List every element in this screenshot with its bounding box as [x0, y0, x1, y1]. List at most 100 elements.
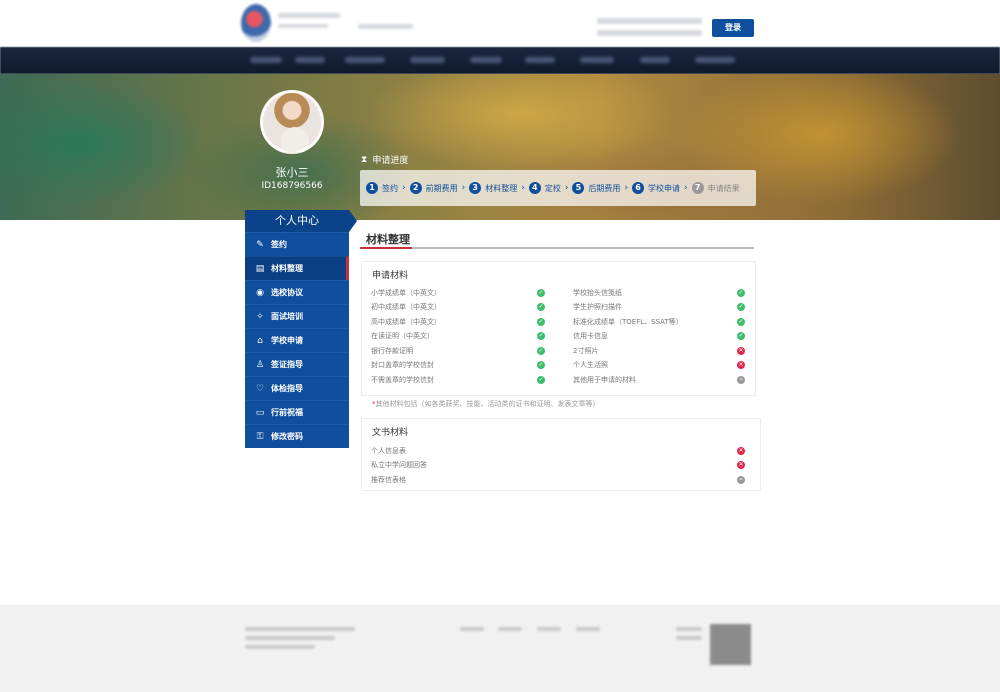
chevron-right-icon: › — [402, 183, 406, 193]
header-contact-blurred — [597, 18, 702, 24]
check-icon: ✓ — [537, 361, 545, 369]
footer-text-blurred — [245, 636, 335, 640]
step-number: 5 — [572, 182, 585, 194]
check-icon: ✓ — [737, 332, 745, 340]
progress-step-7[interactable]: 7 申请结果 — [691, 182, 740, 194]
step-number: 6 — [632, 182, 645, 194]
footer-text-blurred — [245, 645, 315, 649]
sidebar-item-label: 修改密码 — [271, 432, 303, 441]
site-logo[interactable] — [241, 4, 271, 42]
title-underline-active — [360, 247, 412, 249]
hourglass-icon: ⧗ — [361, 154, 368, 165]
title-divider — [360, 247, 754, 249]
footer-link-blurred[interactable] — [498, 627, 522, 631]
material-row: 小学成绩单（中英文） ✓ — [371, 287, 545, 299]
material-row: 银行存款证明 ✓ — [371, 345, 545, 357]
footer-link-blurred[interactable] — [537, 627, 561, 631]
logo-subtext-blurred — [278, 24, 328, 28]
sidebar-item-school-application[interactable]: ⌂ 学校申请 — [245, 328, 349, 352]
footer-text-blurred — [245, 627, 355, 631]
chevron-right-icon: › — [624, 183, 629, 193]
progress-step-6[interactable]: 6 学校申请 — [632, 182, 680, 194]
material-label: 在读证明（中英文） — [371, 332, 434, 340]
document-label: 私立中学问题回答 — [371, 461, 427, 469]
document-row: 个人信息表 ✕ — [371, 445, 745, 457]
step-label: 前期费用 — [425, 183, 458, 193]
user-id: ID168796566 — [261, 181, 323, 191]
material-row: 学生护照扫描件 ✓ — [573, 301, 745, 313]
note-text: 其他材料包括（如各类获奖、技能、活动类的证书和证明、发表文章等） — [375, 400, 600, 408]
sidebar-item-label: 签证指导 — [271, 360, 303, 369]
check-icon: ✓ — [537, 332, 545, 340]
material-label: 高中成绩单（中英文） — [371, 318, 441, 326]
progress-title: 申请进度 — [372, 156, 409, 166]
nav-item-blurred[interactable] — [295, 57, 325, 63]
login-button[interactable]: 登录 — [712, 19, 754, 37]
pending-icon: – — [737, 376, 745, 384]
cross-icon: ✕ — [737, 461, 745, 469]
progress-heading: ⧗ 申请进度 — [361, 153, 409, 167]
material-row: 信用卡信息 ✓ — [573, 330, 745, 342]
document-icon: ▤ — [255, 263, 265, 274]
avatar[interactable] — [260, 90, 324, 154]
chevron-right-icon: › — [684, 183, 688, 193]
document-row: 私立中学问题回答 ✕ — [371, 459, 745, 471]
footer-link-blurred[interactable] — [576, 627, 600, 631]
material-row: 学校抬头信笺纸 ✓ — [573, 287, 745, 299]
nav-item-blurred[interactable] — [640, 57, 670, 63]
sidebar-item-farewell[interactable]: ▭ 行前祝福 — [245, 400, 349, 424]
progress-step-3[interactable]: 3 材料整理 — [469, 182, 517, 194]
material-label: 2寸照片 — [573, 347, 599, 355]
chevron-right-icon: › — [461, 183, 466, 193]
sidebar-item-interview[interactable]: ✧ 面试培训 — [245, 304, 349, 328]
progress-step-5[interactable]: 5 后期费用 — [572, 182, 620, 194]
header-contact-blurred-2 — [597, 30, 702, 36]
cross-icon: ✕ — [737, 361, 745, 369]
footer-qr-text-blurred — [676, 627, 702, 631]
sidebar-item-label: 面试培训 — [271, 312, 303, 321]
sidebar-item-password[interactable]: ⚿ 修改密码 — [245, 424, 349, 448]
sidebar: 个人中心 ✎ 签约 ▤ 材料整理 ◉ 选校协议 ✧ 面试培训 ⌂ 学校申请 ♙ … — [245, 210, 357, 448]
footer-qr-text-blurred — [676, 636, 702, 640]
lock-icon: ⚿ — [256, 431, 264, 442]
sidebar-item-health[interactable]: ♡ 体检指导 — [245, 376, 349, 400]
nav-item-blurred[interactable] — [580, 57, 614, 63]
step-number: 7 — [691, 182, 704, 194]
material-label: 信用卡信息 — [573, 332, 608, 340]
cross-icon: ✕ — [737, 347, 745, 355]
document-row: 推荐信表格 – — [371, 474, 745, 486]
step-number: 2 — [409, 182, 422, 194]
sidebar-item-sign[interactable]: ✎ 签约 — [245, 232, 349, 256]
nav-item-blurred[interactable] — [410, 57, 445, 63]
edit-icon: ✎ — [256, 239, 264, 250]
nav-item-blurred[interactable] — [525, 57, 555, 63]
sidebar-item-label: 体检指导 — [271, 384, 303, 393]
material-row: 其他用于申请的材料 – — [573, 374, 745, 386]
nav-item-blurred[interactable] — [695, 57, 735, 63]
sidebar-item-label: 行前祝福 — [271, 408, 303, 417]
nav-item-blurred[interactable] — [250, 57, 282, 63]
sidebar-item-school-agreement[interactable]: ◉ 选校协议 — [245, 280, 349, 304]
sidebar-item-label: 选校协议 — [271, 288, 303, 297]
progress-step-2[interactable]: 2 前期费用 — [409, 182, 458, 194]
materials-note: *其他材料包括（如各类获奖、技能、活动类的证书和证明、发表文章等） — [372, 399, 600, 409]
progress-step-4[interactable]: 4 定校 — [528, 182, 561, 194]
message-icon: ▭ — [255, 407, 265, 418]
material-row: 不需盖章的学校信封 ✓ — [371, 374, 545, 386]
step-label: 材料整理 — [485, 183, 518, 193]
step-number: 3 — [469, 182, 482, 194]
sidebar-item-visa[interactable]: ♙ 签证指导 — [245, 352, 349, 376]
panel-title: 申请材料 — [372, 271, 409, 281]
check-icon: ✓ — [737, 289, 745, 297]
material-label: 个人生活照 — [573, 361, 608, 369]
document-label: 个人信息表 — [371, 447, 406, 455]
check-icon: ✓ — [537, 289, 545, 297]
nav-item-blurred[interactable] — [470, 57, 502, 63]
footer-link-blurred[interactable] — [460, 627, 484, 631]
sidebar-item-materials[interactable]: ▤ 材料整理 — [245, 256, 349, 280]
agreement-icon: ◉ — [256, 287, 264, 298]
material-row: 在读证明（中英文） ✓ — [371, 330, 545, 342]
nav-item-blurred[interactable] — [345, 57, 385, 63]
step-number: 4 — [528, 182, 541, 194]
progress-step-1[interactable]: 1 签约 — [366, 182, 398, 194]
